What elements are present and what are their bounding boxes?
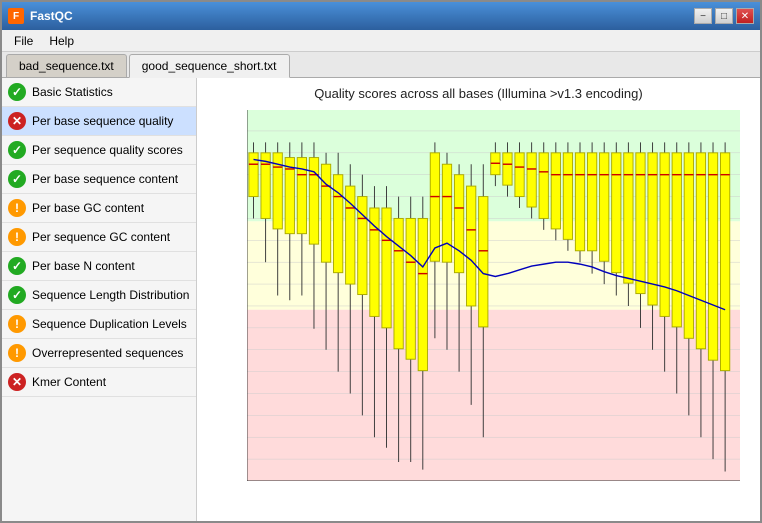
sidebar-item-duplication[interactable]: ! Sequence Duplication Levels [2,310,196,339]
status-icon-warn-3: ! [8,315,26,333]
boxplot-32 [624,142,633,306]
sidebar-label-basic-statistics: Basic Statistics [32,85,113,99]
sidebar-item-overrepresented[interactable]: ! Overrepresented sequences [2,339,196,368]
status-icon-ok-4: ✓ [8,257,26,275]
main-window: F FastQC − □ ✕ File Help bad_sequence.tx… [0,0,762,523]
maximize-button[interactable]: □ [715,8,733,24]
title-bar: F FastQC − □ ✕ [2,2,760,30]
minimize-button[interactable]: − [694,8,712,24]
sidebar-label-per-base-sequence-content: Per base sequence content [32,172,178,186]
sidebar-item-per-sequence-gc[interactable]: ! Per sequence GC content [2,223,196,252]
sidebar-label-overrepresented: Overrepresented sequences [32,346,183,360]
chart-container: 2 4 6 8 10 12 14 16 18 20 22 24 26 28 30… [197,105,760,521]
sidebar-label-duplication: Sequence Duplication Levels [32,317,187,331]
status-icon-warn-4: ! [8,344,26,362]
app-icon: F [8,8,24,24]
sidebar-label-per-sequence-quality: Per sequence quality scores [32,143,183,157]
boxplot-28 [575,142,584,262]
menu-file[interactable]: File [6,32,41,50]
sidebar-label-seq-length: Sequence Length Distribution [32,288,189,302]
status-icon-ok-2: ✓ [8,141,26,159]
boxplot-24 [527,142,536,218]
status-icon-fail-2: ✕ [8,373,26,391]
boxplot-27 [563,142,572,250]
status-icon-warn-2: ! [8,228,26,246]
close-button[interactable]: ✕ [736,8,754,24]
content-area: ✓ Basic Statistics ✕ Per base sequence q… [2,78,760,521]
sidebar: ✓ Basic Statistics ✕ Per base sequence q… [2,78,197,521]
quality-chart: 2 4 6 8 10 12 14 16 18 20 22 24 26 28 30… [247,110,740,481]
sidebar-label-per-base-gc: Per base GC content [32,201,144,215]
boxplot-26 [551,142,560,240]
tab-bad-sequence[interactable]: bad_sequence.txt [6,54,127,77]
status-icon-ok-5: ✓ [8,286,26,304]
boxplot-25 [539,142,548,230]
window-controls: − □ ✕ [694,8,754,24]
app-title: FastQC [30,9,73,23]
tab-good-sequence[interactable]: good_sequence_short.txt [129,54,290,78]
status-icon-ok-3: ✓ [8,170,26,188]
sidebar-item-per-base-n[interactable]: ✓ Per base N content [2,252,196,281]
menu-bar: File Help [2,30,760,52]
sidebar-item-per-base-gc[interactable]: ! Per base GC content [2,194,196,223]
sidebar-item-basic-statistics[interactable]: ✓ Basic Statistics [2,78,196,107]
status-icon-ok: ✓ [8,83,26,101]
sidebar-label-per-base-n: Per base N content [32,259,135,273]
sidebar-item-kmer[interactable]: ✕ Kmer Content [2,368,196,397]
sidebar-item-per-base-sequence-quality[interactable]: ✕ Per base sequence quality [2,107,196,136]
sidebar-label-kmer: Kmer Content [32,375,106,389]
sidebar-label-per-sequence-gc: Per sequence GC content [32,230,170,244]
menu-help[interactable]: Help [41,32,82,50]
chart-title: Quality scores across all bases (Illumin… [197,78,760,105]
sidebar-label-per-base-sequence-quality: Per base sequence quality [32,114,173,128]
sidebar-item-seq-length[interactable]: ✓ Sequence Length Distribution [2,281,196,310]
title-bar-left: F FastQC [8,8,73,24]
status-icon-warn: ! [8,199,26,217]
main-chart-area: Quality scores across all bases (Illumin… [197,78,760,521]
sidebar-item-per-base-sequence-content[interactable]: ✓ Per base sequence content [2,165,196,194]
status-icon-fail: ✕ [8,112,26,130]
sidebar-item-per-sequence-quality[interactable]: ✓ Per sequence quality scores [2,136,196,165]
boxplot-31 [612,142,621,295]
tab-bar: bad_sequence.txt good_sequence_short.txt [2,52,760,78]
